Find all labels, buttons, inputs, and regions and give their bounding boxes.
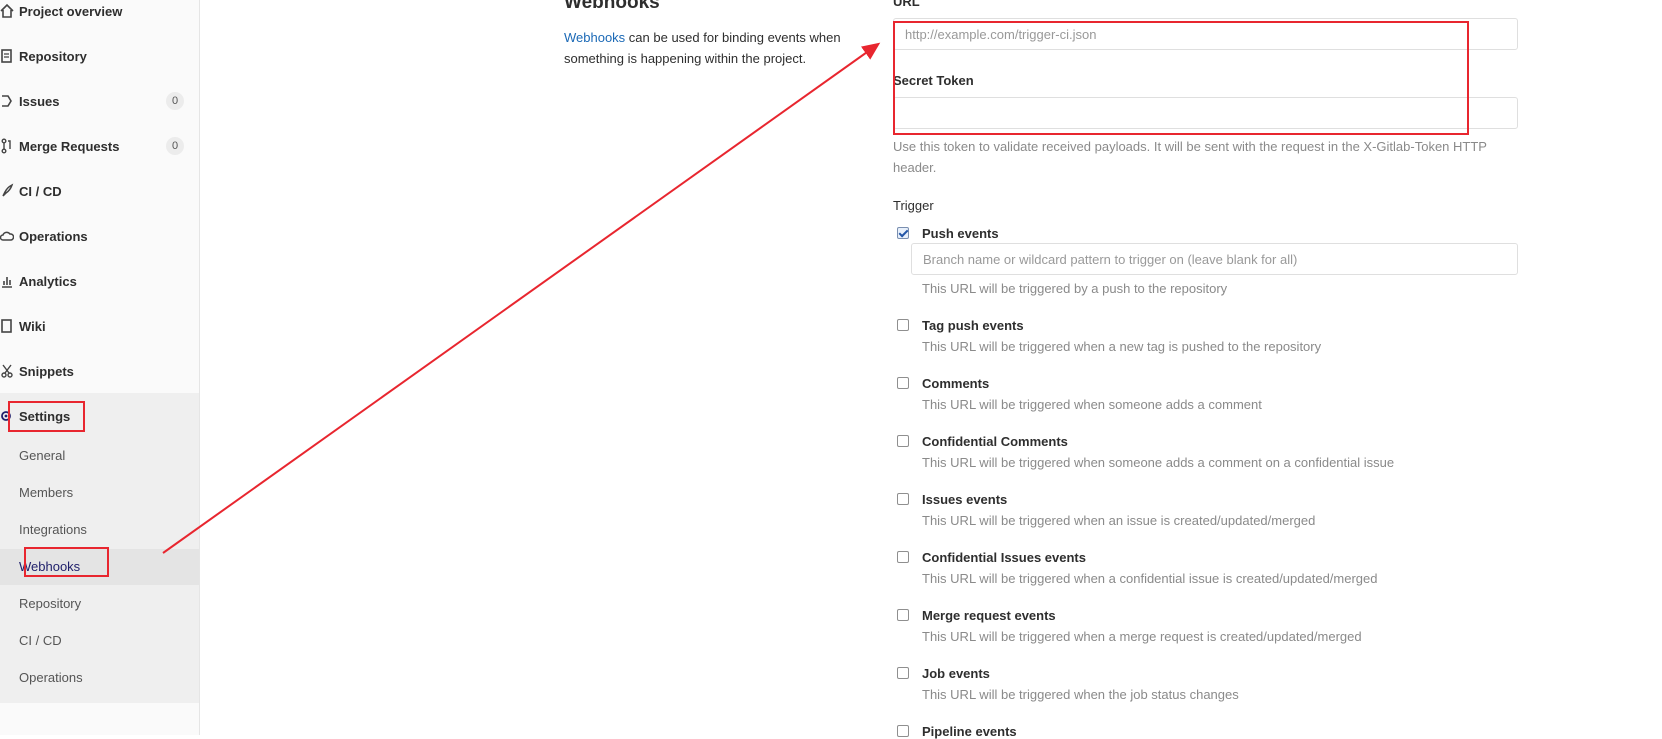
annotation-arrow-line <box>162 42 881 554</box>
annotation-arrow <box>162 42 881 554</box>
